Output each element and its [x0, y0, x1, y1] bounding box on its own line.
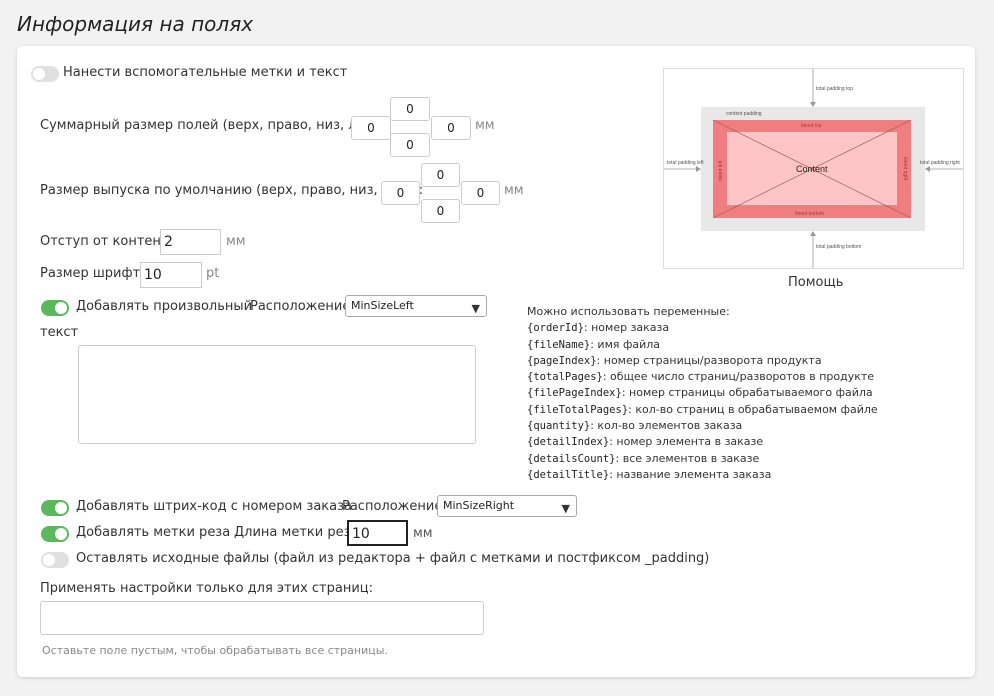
- settings-panel: Нанести вспомогательные метки и текст Су…: [17, 46, 975, 677]
- barcode-position-value: MinSizeRight: [443, 499, 515, 512]
- marks-toggle-label: Нанести вспомогательные метки и текст: [63, 65, 348, 80]
- content-padding-label: content padding: [726, 111, 762, 117]
- arrow-bottom-head: [810, 231, 816, 236]
- custom-text-position-select[interactable]: MinSizeLeft ▼: [345, 295, 487, 317]
- variable-name: {orderId}: [527, 322, 584, 335]
- total-padding-left-label: total padding left: [667, 160, 704, 166]
- variable-item: {totalPages}: общее число страниц/развор…: [527, 369, 878, 385]
- total-margins-unit: мм: [475, 118, 495, 133]
- variable-name: {detailsCount}: [527, 452, 616, 465]
- crop-marks-toggle-label: Добавлять метки реза: [76, 525, 231, 540]
- total-margin-top-input[interactable]: 0: [390, 97, 430, 121]
- pages-filter-input[interactable]: [40, 601, 484, 635]
- toggle-knob: [43, 554, 55, 566]
- variable-item: {filePageIndex}: номер страницы обрабаты…: [527, 385, 878, 401]
- toggle-knob: [33, 68, 45, 80]
- variable-name: {pageIndex}: [527, 354, 597, 367]
- variable-desc: : все элементов в заказе: [615, 451, 760, 465]
- font-size-label: Размер шрифта:: [40, 266, 153, 281]
- variable-item: {detailIndex}: номер элемента в заказе: [527, 434, 878, 450]
- help-caption: Помощь: [788, 275, 844, 290]
- variable-desc: : кол-во элементов заказа: [590, 419, 743, 433]
- arrow-top-head: [810, 102, 816, 107]
- variable-desc: : номер страницы/разворота продукта: [596, 353, 822, 367]
- bleed-unit: мм: [504, 183, 524, 198]
- variables-intro: Можно использовать переменные:: [527, 305, 730, 318]
- variable-desc: : номер заказа: [583, 321, 670, 335]
- variable-name: {fileName}: [527, 338, 591, 351]
- marks-toggle[interactable]: [31, 66, 59, 82]
- variable-item: {detailsCount}: все элементов в заказе: [527, 451, 878, 467]
- total-padding-top-label: total padding top: [816, 86, 853, 92]
- variable-name: {fileTotalPages}: [527, 403, 629, 416]
- custom-text-toggle-label: Добавлять произвольный: [76, 299, 253, 314]
- help-diagram: total padding top total padding bottom t…: [663, 68, 964, 269]
- custom-text-toggle-label-2: текст: [40, 325, 79, 340]
- bleed-bottom-input[interactable]: 0: [421, 199, 460, 223]
- variable-desc: : номер страницы обрабатываемого файла: [621, 386, 873, 400]
- bleed-left-input[interactable]: 0: [381, 181, 420, 205]
- total-margin-right-input[interactable]: 0: [431, 116, 471, 140]
- arrow-left-head: [696, 166, 701, 172]
- toggle-knob: [55, 528, 67, 540]
- bleed-label: Размер выпуска по умолчанию (верх, право…: [40, 183, 424, 198]
- arrow-right-head: [925, 166, 930, 172]
- variable-desc: : название элемента заказа: [609, 467, 772, 481]
- variable-name: {totalPages}: [527, 371, 603, 384]
- variable-desc: : номер элемента в заказе: [609, 435, 764, 449]
- pages-filter-label: Применять настройки только для этих стра…: [40, 581, 374, 596]
- font-size-input[interactable]: 10: [140, 262, 202, 288]
- variable-name: {detailIndex}: [527, 436, 610, 449]
- custom-text-textarea[interactable]: [78, 345, 476, 444]
- crop-mark-length-label: Длина метки реза:: [234, 525, 363, 540]
- barcode-toggle-label: Добавлять штрих-код с номером заказа: [76, 499, 352, 514]
- variable-item: {fileName}: имя файла: [527, 337, 878, 353]
- total-padding-right-label: total padding right: [920, 160, 960, 166]
- barcode-position-select[interactable]: MinSizeRight ▼: [437, 495, 577, 517]
- custom-text-position-label: Расположение:: [250, 299, 355, 314]
- padding-diagram-svg: total padding top total padding bottom t…: [664, 69, 963, 268]
- content-label: Content: [796, 164, 828, 174]
- pages-filter-hint: Оставьте поле пустым, чтобы обрабатывать…: [42, 644, 388, 657]
- custom-text-position-value: MinSizeLeft: [351, 299, 414, 312]
- total-margin-left-input[interactable]: 0: [351, 116, 391, 140]
- chevron-down-icon: ▼: [561, 502, 570, 515]
- page-title: Информация на полях: [17, 12, 254, 36]
- crop-mark-length-unit: мм: [413, 526, 433, 541]
- barcode-toggle[interactable]: [41, 500, 69, 516]
- variable-item: {orderId}: номер заказа: [527, 320, 878, 336]
- total-padding-bottom-label: total padding bottom: [816, 244, 861, 250]
- variables-list: Можно использовать переменные: {orderId}…: [527, 304, 878, 483]
- bleed-top-label: bleed top: [801, 123, 822, 129]
- variable-name: {filePageIndex}: [527, 387, 622, 400]
- variable-item: {pageIndex}: номер страницы/разворота пр…: [527, 353, 878, 369]
- crop-mark-length-input[interactable]: 10: [347, 520, 408, 546]
- font-size-unit: pt: [206, 266, 220, 281]
- total-margins-label: Суммарный размер полей (верх, право, низ…: [40, 118, 390, 133]
- bleed-right-input[interactable]: 0: [461, 181, 500, 205]
- variable-desc: : имя файла: [590, 337, 661, 351]
- variable-item: {detailTitle}: название элемента заказа: [527, 467, 878, 483]
- variable-desc: : общее число страниц/разворотов в проду…: [602, 370, 875, 384]
- bleed-right-label: bleed right: [902, 157, 908, 181]
- bleed-bottom-label: bleed bottom: [795, 211, 824, 217]
- bleed-top-input[interactable]: 0: [421, 163, 460, 187]
- chevron-down-icon: ▼: [471, 302, 480, 315]
- bleed-left-label: bleed left: [718, 160, 724, 181]
- custom-text-toggle[interactable]: [41, 300, 69, 316]
- variable-item: {quantity}: кол-во элементов заказа: [527, 418, 878, 434]
- toggle-knob: [55, 302, 67, 314]
- crop-marks-toggle[interactable]: [41, 526, 69, 542]
- variable-item: {fileTotalPages}: кол-во страниц в обраб…: [527, 402, 878, 418]
- toggle-knob: [55, 502, 67, 514]
- variable-name: {quantity}: [527, 420, 591, 433]
- content-offset-input[interactable]: 2: [160, 229, 221, 255]
- total-margin-bottom-input[interactable]: 0: [390, 133, 430, 157]
- keep-files-toggle-label: Оставлять исходные файлы (файл из редакт…: [76, 551, 710, 566]
- variable-name: {detailTitle}: [527, 468, 610, 481]
- content-offset-unit: мм: [226, 234, 246, 249]
- variable-desc: : кол-во страниц в обрабатываемом файле: [628, 402, 878, 416]
- barcode-position-label: Расположение:: [342, 499, 447, 514]
- keep-files-toggle[interactable]: [41, 552, 69, 568]
